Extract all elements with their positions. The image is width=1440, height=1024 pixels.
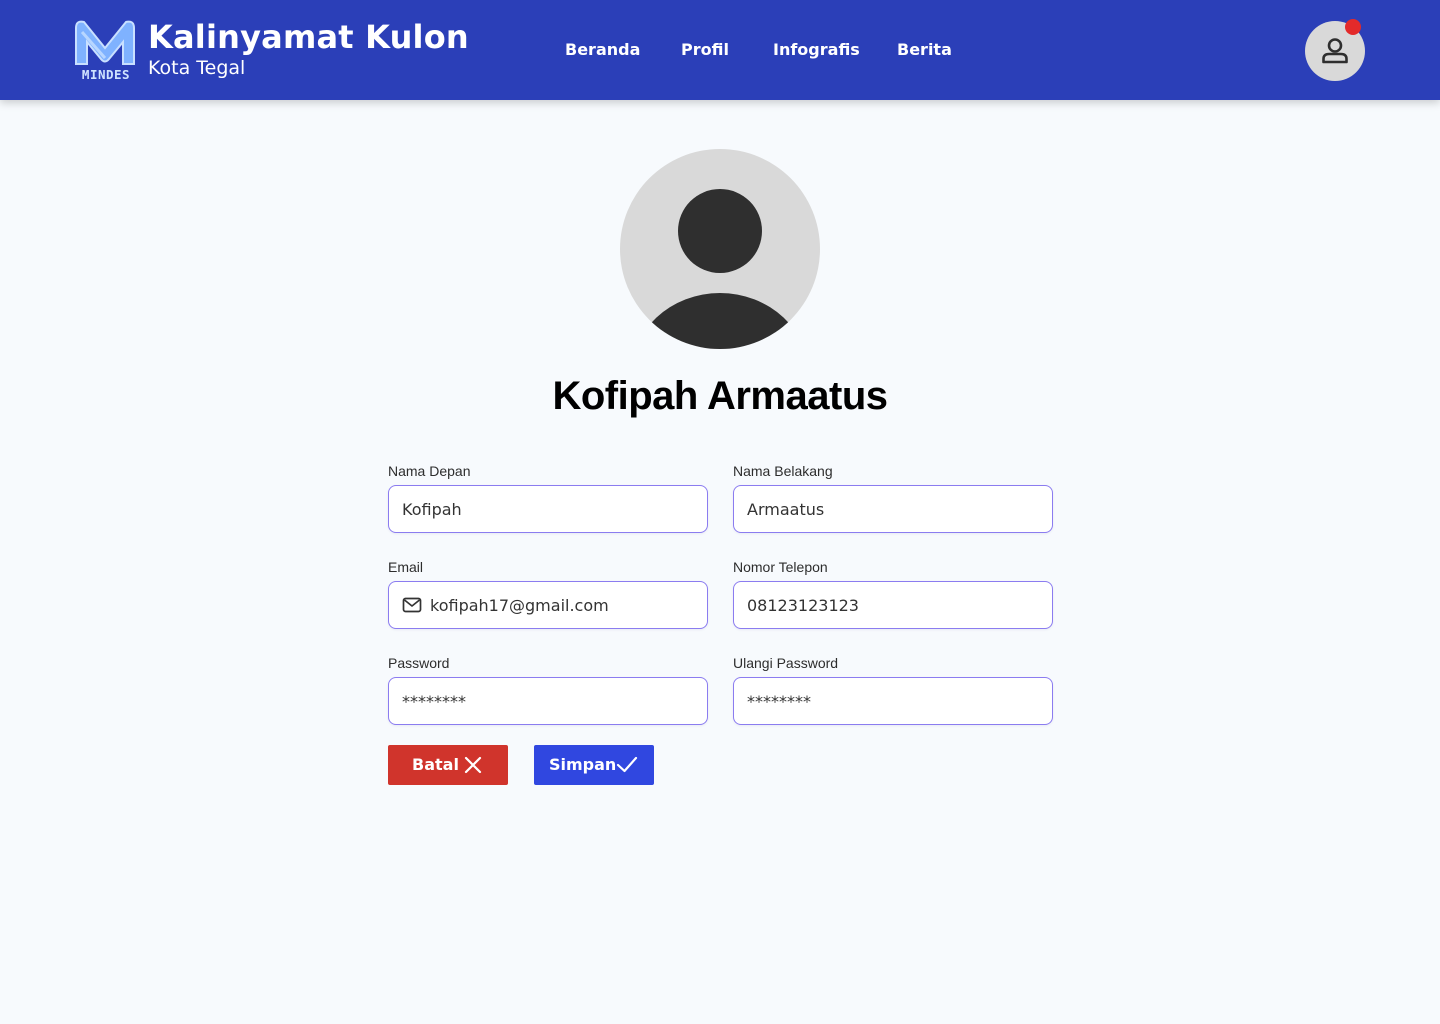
password-label: Password — [388, 655, 450, 671]
first-name-field — [388, 485, 708, 533]
nav-beranda[interactable]: Beranda — [565, 40, 640, 59]
cancel-button[interactable]: Batal — [388, 745, 508, 785]
confirm-password-input[interactable] — [747, 678, 1037, 724]
profile-avatar[interactable] — [620, 149, 820, 349]
password-input[interactable] — [402, 678, 692, 724]
email-label: Email — [388, 559, 424, 575]
last-name-label: Nama Belakang — [733, 463, 833, 479]
nav-profil[interactable]: Profil — [681, 40, 729, 59]
mail-icon — [402, 597, 422, 613]
cancel-button-label: Batal — [412, 755, 459, 774]
logo-wordmark: MINDES — [82, 67, 130, 82]
first-name-label: Nama Depan — [388, 463, 471, 479]
mindes-logo[interactable]: MINDES — [72, 18, 138, 82]
person-silhouette-icon — [635, 189, 805, 349]
email-field — [388, 581, 708, 629]
check-icon — [616, 756, 638, 773]
save-button-label: Simpan — [549, 755, 617, 774]
top-navbar: MINDES Kalinyamat Kulon Kota Tegal Beran… — [0, 0, 1440, 100]
village-name: Kalinyamat Kulon — [148, 18, 469, 56]
email-input[interactable] — [430, 582, 695, 628]
password-field — [388, 677, 708, 725]
phone-label: Nomor Telepon — [733, 559, 828, 575]
confirm-password-field — [733, 677, 1053, 725]
notification-dot — [1345, 19, 1361, 35]
close-icon — [464, 756, 482, 774]
nav-infografis[interactable]: Infografis — [773, 40, 860, 59]
phone-input[interactable] — [747, 582, 1037, 628]
first-name-input[interactable] — [402, 486, 692, 532]
nav-berita[interactable]: Berita — [897, 40, 952, 59]
last-name-input[interactable] — [747, 486, 1037, 532]
profile-name: Kofipah Armaatus — [552, 374, 888, 418]
phone-field — [733, 581, 1053, 629]
confirm-password-label: Ulangi Password — [733, 655, 839, 671]
last-name-field — [733, 485, 1053, 533]
save-button[interactable]: Simpan — [534, 745, 654, 785]
city-name: Kota Tegal — [148, 57, 246, 79]
user-icon — [1322, 38, 1348, 64]
